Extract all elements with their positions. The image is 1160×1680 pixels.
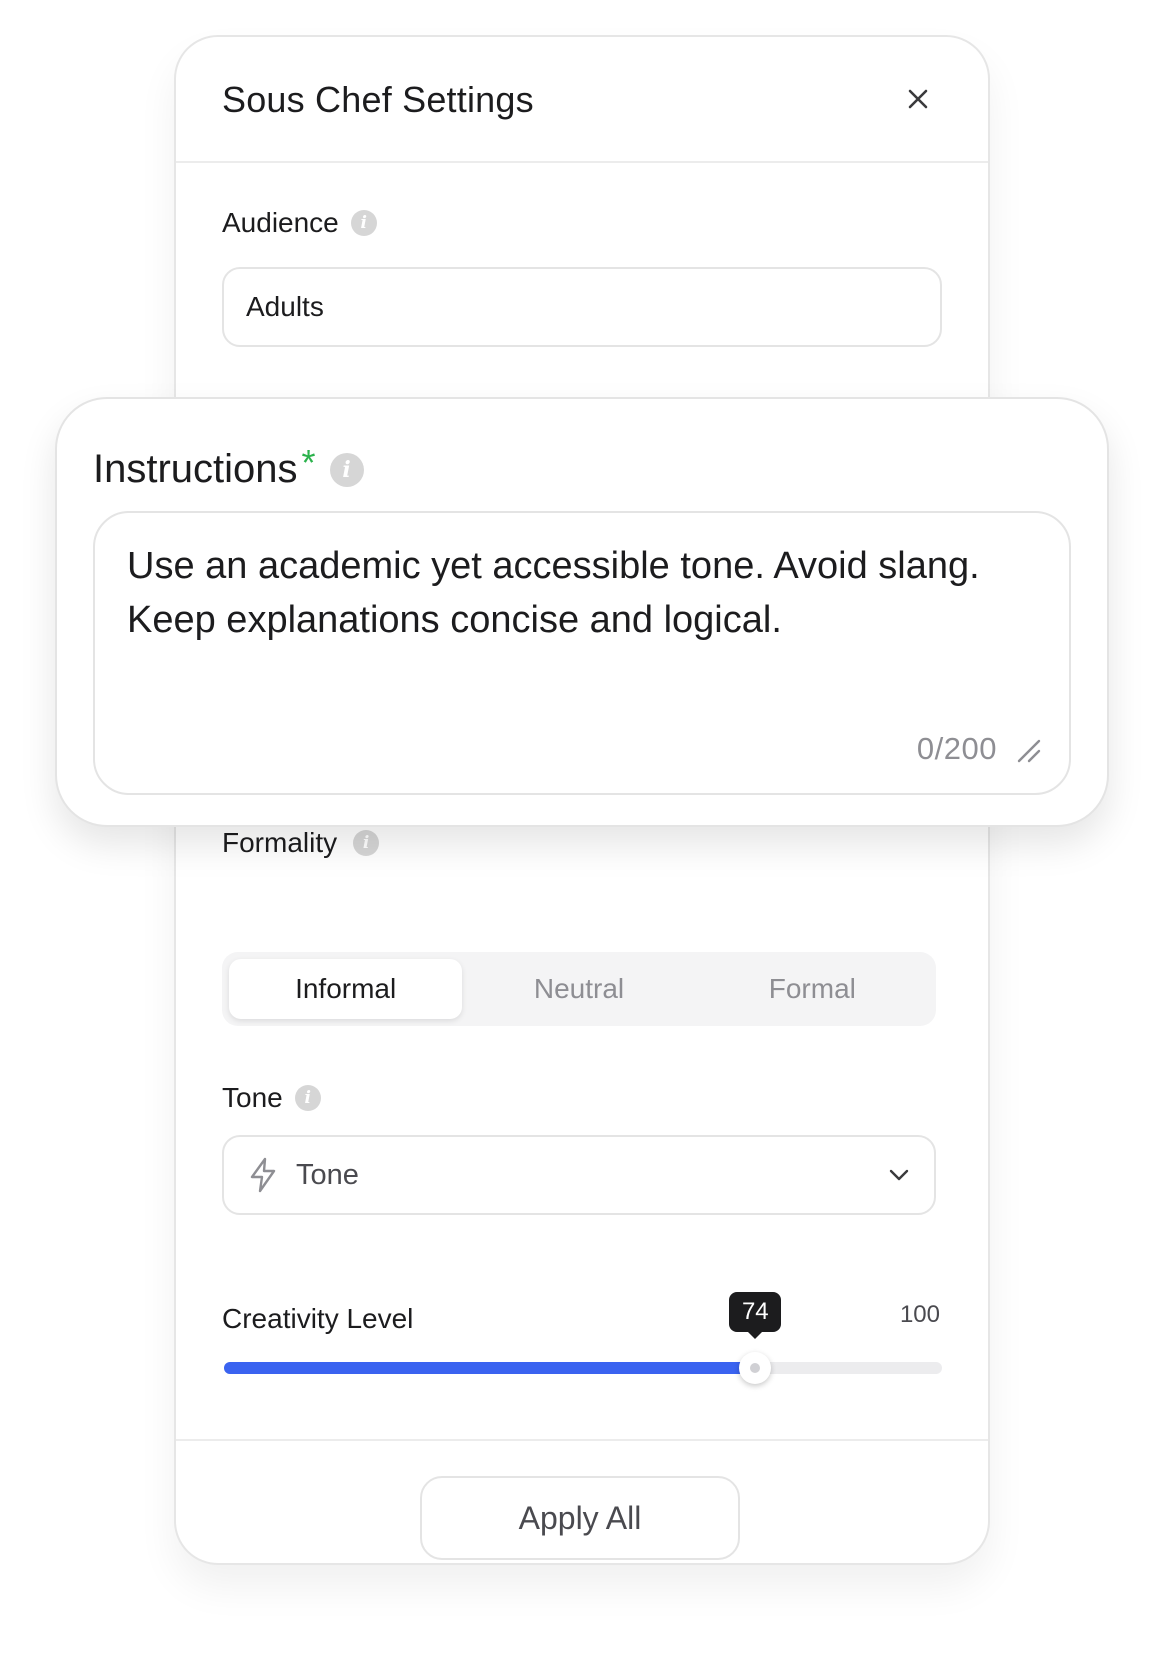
close-icon <box>908 89 928 109</box>
chevron-down-icon <box>889 1169 909 1181</box>
info-icon[interactable]: i <box>350 210 377 236</box>
creativity-slider-thumb[interactable] <box>739 1352 772 1384</box>
instructions-textarea[interactable]: Use an academic yet accessible tone. Avo… <box>93 511 1071 795</box>
creativity-slider-fill <box>224 1362 756 1374</box>
instructions-text: Use an academic yet accessible tone. Avo… <box>127 545 980 641</box>
tone-label-row: Tone i <box>222 1082 321 1114</box>
panel-header: Sous Chef Settings <box>176 37 988 163</box>
info-icon[interactable]: i <box>353 830 380 856</box>
info-icon[interactable]: i <box>294 1085 321 1111</box>
panel-title: Sous Chef Settings <box>222 79 534 120</box>
audience-label-row: Audience i <box>222 207 377 239</box>
formality-label-row: Formality i <box>222 827 380 859</box>
required-marker: * <box>301 441 316 483</box>
apply-all-button[interactable]: Apply All <box>420 1476 740 1560</box>
tone-label: Tone <box>222 1082 283 1113</box>
formality-segmented-control: Informal Neutral Formal <box>222 952 936 1026</box>
instructions-label: Instructions <box>93 447 298 491</box>
formality-option-informal[interactable]: Informal <box>229 959 463 1019</box>
lightning-icon <box>250 1157 276 1193</box>
formality-option-neutral[interactable]: Neutral <box>462 959 695 1019</box>
audience-input[interactable]: Adults <box>222 267 942 347</box>
formality-option-formal[interactable]: Formal <box>696 959 929 1019</box>
creativity-slider[interactable]: 74 <box>224 1292 942 1384</box>
stage: Sous Chef Settings Audience i Adults For… <box>0 0 1160 1680</box>
instructions-card: Instructions * i Use an academic yet acc… <box>55 397 1109 827</box>
character-counter: 0/200 <box>916 731 997 766</box>
close-button[interactable] <box>900 81 936 117</box>
footer-divider <box>176 1439 988 1441</box>
tone-select-value: Tone <box>296 1158 359 1191</box>
formality-label: Formality <box>222 827 338 858</box>
creativity-value-tooltip: 74 <box>729 1292 782 1339</box>
tone-select[interactable]: Tone <box>222 1135 936 1215</box>
creativity-label: Creativity Level <box>222 1303 414 1334</box>
audience-value: Adults <box>246 291 324 322</box>
audience-label: Audience <box>222 207 339 238</box>
info-icon[interactable]: i <box>329 452 364 487</box>
resize-handle-icon[interactable] <box>1015 737 1043 765</box>
instructions-label-row: Instructions * i <box>93 442 364 492</box>
creativity-max-label: 100 <box>899 1301 940 1328</box>
